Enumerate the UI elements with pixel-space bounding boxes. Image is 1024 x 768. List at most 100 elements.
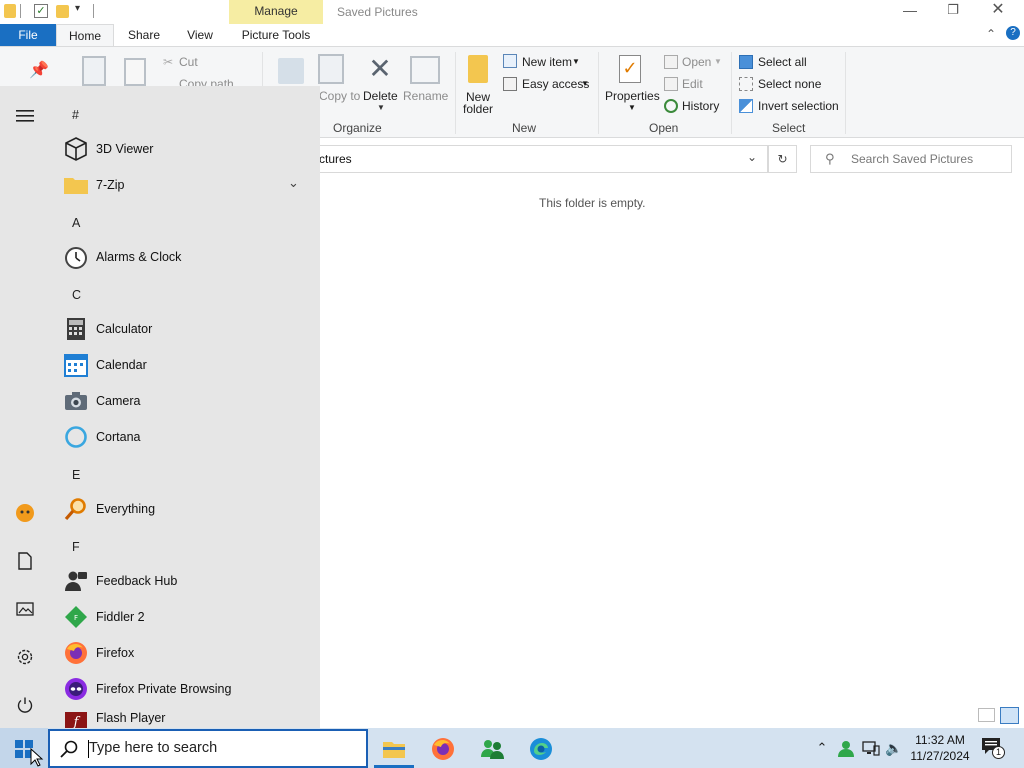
settings-gear-icon[interactable] <box>12 644 38 670</box>
edge-icon <box>530 738 552 760</box>
cut-button[interactable]: Cut <box>179 55 198 69</box>
clock-icon <box>63 244 89 270</box>
tab-picture-tools[interactable]: Picture Tools <box>231 24 321 46</box>
delete-icon[interactable]: ✕ <box>366 54 394 84</box>
app-calculator[interactable]: Calculator <box>60 311 316 347</box>
refresh-icon: ↻ <box>777 152 788 166</box>
documents-icon[interactable] <box>12 548 38 574</box>
open-button[interactable]: Open <box>682 55 711 69</box>
mouse-cursor-icon <box>30 748 44 767</box>
restore-button[interactable]: ❐ <box>945 2 961 20</box>
tray-users-icon[interactable] <box>836 738 856 758</box>
group-label-open: Open <box>649 121 679 135</box>
taskbar-file-explorer[interactable] <box>372 732 416 766</box>
section-header-hash[interactable]: # <box>72 108 79 122</box>
action-center-button[interactable]: 1 <box>981 736 1007 762</box>
search-icon <box>60 740 78 758</box>
select-none-button[interactable]: Select none <box>758 77 821 91</box>
app-everything[interactable]: Everything <box>60 491 316 527</box>
app-calendar[interactable]: Calendar <box>60 347 316 383</box>
customize-qat-icon[interactable]: ▾ <box>75 3 80 14</box>
section-header-c[interactable]: C <box>72 288 81 302</box>
delete-button[interactable]: Delete <box>363 89 398 103</box>
copy-to-icon[interactable] <box>318 54 344 84</box>
properties-icon[interactable]: ✓ <box>619 55 641 83</box>
window-title: Saved Pictures <box>337 5 418 19</box>
group-separator <box>845 52 846 134</box>
new-folder-icon[interactable] <box>468 55 488 83</box>
address-bar[interactable]: ctures ⌄ <box>300 145 768 173</box>
properties-qat-icon[interactable]: ✓ <box>34 4 48 18</box>
tab-view[interactable]: View <box>176 24 224 46</box>
invert-selection-button[interactable]: Invert selection <box>758 99 839 113</box>
history-icon <box>664 99 678 113</box>
app-firefox[interactable]: Firefox <box>60 635 316 671</box>
chevron-down-icon[interactable]: ⌄ <box>288 175 299 191</box>
clock[interactable]: 11:32 AM 11/27/2024 <box>907 732 973 764</box>
pictures-icon[interactable] <box>12 596 38 622</box>
new-folder-qat-icon[interactable] <box>56 5 69 18</box>
user-avatar-icon[interactable] <box>12 500 38 526</box>
help-icon[interactable]: ? <box>1006 26 1020 40</box>
copy-icon[interactable] <box>82 56 106 86</box>
tab-file[interactable]: File <box>0 24 56 46</box>
taskbar-search-placeholder: Type here to search <box>89 740 218 756</box>
notification-count-badge: 1 <box>992 746 1005 759</box>
app-feedback-hub[interactable]: Feedback Hub <box>60 563 316 599</box>
taskbar-firefox[interactable] <box>421 732 465 766</box>
move-to-icon[interactable] <box>278 58 304 84</box>
firefox-icon <box>432 738 454 760</box>
app-firefox-private[interactable]: Firefox Private Browsing <box>60 671 316 707</box>
start-button[interactable] <box>0 728 48 768</box>
refresh-button[interactable]: ↻ <box>768 145 797 173</box>
chevron-down-icon: ▼ <box>572 57 580 66</box>
large-icons-view-icon[interactable] <box>1000 707 1019 724</box>
easy-access-button[interactable]: Easy access <box>522 77 589 91</box>
paste-icon[interactable] <box>124 58 146 86</box>
close-button[interactable]: ✕ <box>990 0 1006 22</box>
chevron-down-icon: ▼ <box>714 57 722 66</box>
app-cortana[interactable]: Cortana <box>60 419 316 455</box>
copy-to-button[interactable]: Copy to <box>319 90 360 103</box>
folder-icon[interactable] <box>4 4 16 18</box>
app-7zip-folder[interactable]: 7-Zip ⌄ <box>60 167 316 203</box>
app-flash-player[interactable]: f Flash Player <box>60 707 316 728</box>
edit-button[interactable]: Edit <box>682 77 703 91</box>
rename-icon[interactable] <box>410 56 440 84</box>
svg-text:F: F <box>74 614 78 622</box>
section-header-e[interactable]: E <box>72 468 80 482</box>
details-view-icon[interactable] <box>978 708 995 722</box>
app-3d-viewer[interactable]: 3D Viewer <box>60 131 316 167</box>
properties-button[interactable]: Properties <box>605 89 660 103</box>
new-folder-label-line2[interactable]: folder <box>463 102 493 116</box>
pin-icon[interactable]: 📌 <box>29 60 49 79</box>
search-placeholder: Search Saved Pictures <box>851 152 974 166</box>
new-item-button[interactable]: New item <box>522 55 572 69</box>
search-box[interactable]: ⚲ Search Saved Pictures <box>810 145 1012 173</box>
rename-button[interactable]: Rename <box>403 89 448 103</box>
taskbar-edge[interactable] <box>519 732 563 766</box>
app-camera[interactable]: Camera <box>60 383 316 419</box>
collapse-ribbon-icon[interactable]: ⌃ <box>986 27 996 41</box>
app-fiddler[interactable]: F Fiddler 2 <box>60 599 316 635</box>
invert-selection-icon <box>739 99 753 113</box>
clock-time: 11:32 AM <box>915 733 965 747</box>
power-icon[interactable] <box>12 692 38 718</box>
tab-share[interactable]: Share <box>118 24 170 46</box>
divider <box>20 4 21 18</box>
network-icon[interactable] <box>861 738 881 758</box>
tab-home[interactable]: Home <box>56 24 114 46</box>
volume-icon[interactable]: 🔈 <box>884 738 904 758</box>
taskbar-network-app[interactable] <box>470 732 514 766</box>
section-header-a[interactable]: A <box>72 216 80 230</box>
chevron-down-icon[interactable]: ⌄ <box>747 150 757 164</box>
minimize-button[interactable]: — <box>902 0 918 22</box>
taskbar-search-box[interactable]: Type here to search <box>48 729 368 768</box>
group-label-select: Select <box>772 121 806 135</box>
select-all-button[interactable]: Select all <box>758 55 807 69</box>
app-alarms-clock[interactable]: Alarms & Clock <box>60 239 316 275</box>
section-header-f[interactable]: F <box>72 540 80 554</box>
show-hidden-icons-chevron-up-icon[interactable]: ⌃ <box>813 738 831 758</box>
hamburger-menu-icon[interactable] <box>12 103 38 129</box>
history-button[interactable]: History <box>682 99 719 113</box>
